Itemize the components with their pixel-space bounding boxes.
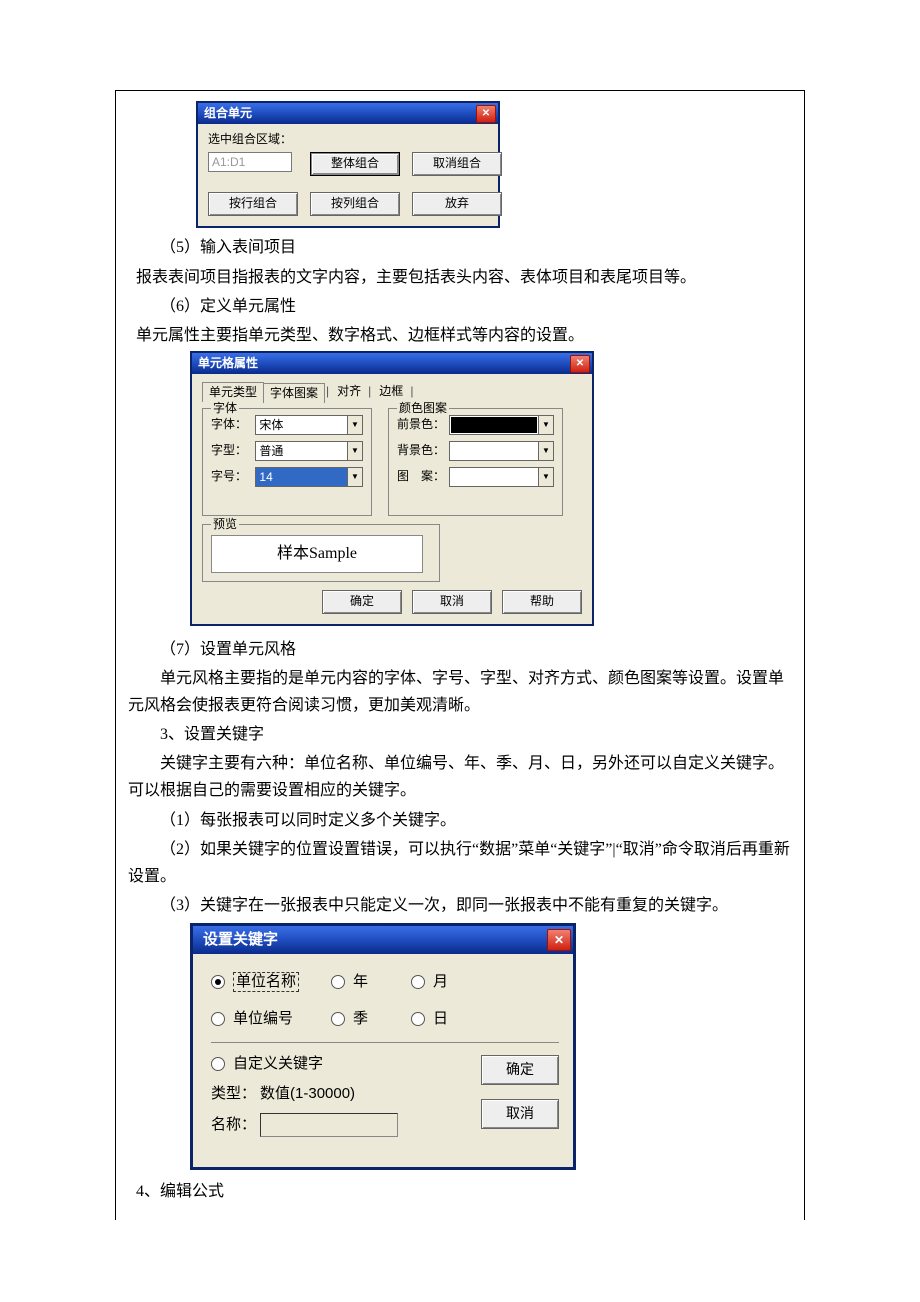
tab-border[interactable]: 边框 xyxy=(373,382,409,401)
radio-icon xyxy=(411,1012,425,1026)
dialog-title: 设置关键字 xyxy=(203,931,278,949)
font-group-legend: 字体 xyxy=(211,401,239,415)
bg-select[interactable]: ▼ xyxy=(449,441,554,461)
pattern-label: 图 案： xyxy=(397,469,443,483)
tab-align[interactable]: 对齐 xyxy=(331,382,367,401)
dialog-titlebar[interactable]: 组合单元 ✕ xyxy=(198,103,498,124)
chevron-down-icon[interactable]: ▼ xyxy=(347,468,362,486)
section-7-title: （7）设置单元风格 xyxy=(128,636,792,663)
section-3-title: 3、设置关键字 xyxy=(128,721,792,748)
chevron-down-icon[interactable]: ▼ xyxy=(538,416,553,434)
section-6-body: 单元属性主要指单元类型、数字格式、边框样式等内容的设置。 xyxy=(136,322,792,349)
cell-properties-dialog: 单元格属性 ✕ 单元类型 字体图案 | 对齐 | 边框 | xyxy=(190,351,792,625)
radio-icon xyxy=(211,1057,225,1071)
radio-icon xyxy=(331,975,345,989)
chevron-down-icon[interactable]: ▼ xyxy=(347,442,362,460)
name-input[interactable] xyxy=(260,1113,398,1137)
combine-by-row-button[interactable]: 按行组合 xyxy=(208,192,298,216)
ok-button[interactable]: 确定 xyxy=(481,1055,559,1085)
cancel-button[interactable]: 取消 xyxy=(412,590,492,614)
type-value: 数值(1-30000) xyxy=(260,1085,355,1103)
chevron-down-icon[interactable]: ▼ xyxy=(538,468,553,486)
bg-label: 背景色： xyxy=(397,443,443,457)
section-5-title: （5）输入表间项目 xyxy=(128,234,792,261)
fg-label: 前景色： xyxy=(397,417,443,431)
radio-year[interactable]: 年 xyxy=(331,972,411,992)
region-label: 选中组合区域： xyxy=(208,132,488,146)
size-label: 字号： xyxy=(211,469,249,483)
chevron-down-icon[interactable]: ▼ xyxy=(347,416,362,434)
set-keyword-dialog: 设置关键字 ✕ 单位名称 年 xyxy=(190,923,792,1170)
style-select[interactable]: 普通 ▼ xyxy=(255,441,363,461)
bullet-3: （3）关键字在一张报表中只能定义一次，即同一张报表中不能有重复的关键字。 xyxy=(128,892,792,919)
radio-quarter[interactable]: 季 xyxy=(331,1010,411,1028)
combine-cells-dialog: 组合单元 ✕ 选中组合区域： A1:D1 整体组合 取消组合 按行组合 按列组合… xyxy=(196,101,792,228)
whole-combine-button[interactable]: 整体组合 xyxy=(310,152,400,176)
size-select[interactable]: 14 ▼ xyxy=(255,467,363,487)
tab-row: 单元类型 字体图案 | 对齐 | 边框 | xyxy=(202,382,582,401)
radio-icon xyxy=(211,975,225,989)
pattern-swatch xyxy=(451,469,537,485)
dialog-titlebar[interactable]: 单元格属性 ✕ xyxy=(192,353,592,374)
radio-month[interactable]: 月 xyxy=(411,972,491,992)
type-label: 类型： xyxy=(211,1085,256,1103)
combine-by-col-button[interactable]: 按列组合 xyxy=(310,192,400,216)
close-icon[interactable]: ✕ xyxy=(570,355,590,373)
region-input[interactable]: A1:D1 xyxy=(208,152,292,172)
section-6-title: （6）定义单元属性 xyxy=(128,293,792,320)
preview-box: 样本Sample xyxy=(211,535,423,573)
bg-swatch xyxy=(451,443,537,459)
radio-icon xyxy=(211,1012,225,1026)
radio-icon xyxy=(411,975,425,989)
dialog-titlebar[interactable]: 设置关键字 ✕ xyxy=(193,926,573,954)
close-icon[interactable]: ✕ xyxy=(476,105,496,123)
help-button[interactable]: 帮助 xyxy=(502,590,582,614)
ok-button[interactable]: 确定 xyxy=(322,590,402,614)
fg-select[interactable]: ▼ xyxy=(449,415,554,435)
font-select[interactable]: 宋体 ▼ xyxy=(255,415,363,435)
color-group-legend: 颜色图案 xyxy=(397,401,449,415)
pattern-select[interactable]: ▼ xyxy=(449,467,554,487)
dialog-title: 组合单元 xyxy=(204,106,252,120)
name-label: 名称： xyxy=(211,1116,256,1134)
cancel-button[interactable]: 取消 xyxy=(481,1099,559,1129)
section-4-title: 4、编辑公式 xyxy=(136,1178,792,1205)
font-label: 字体： xyxy=(211,417,249,431)
tab-font-pattern[interactable]: 字体图案 xyxy=(263,383,325,402)
preview-legend: 预览 xyxy=(211,517,239,531)
radio-unit-name[interactable]: 单位名称 xyxy=(211,972,331,992)
fg-swatch xyxy=(451,417,537,433)
dialog-title: 单元格属性 xyxy=(198,356,258,370)
section-7-body: 单元风格主要指的是单元内容的字体、字号、字型、对齐方式、颜色图案等设置。设置单元… xyxy=(128,665,792,719)
radio-icon xyxy=(331,1012,345,1026)
radio-day[interactable]: 日 xyxy=(411,1010,491,1028)
bullet-2: （2）如果关键字的位置设置错误，可以执行“数据”菜单“关键字”|“取消”命令取消… xyxy=(128,836,792,890)
tab-cell-type[interactable]: 单元类型 xyxy=(202,382,264,401)
chevron-down-icon[interactable]: ▼ xyxy=(538,442,553,460)
bullet-1: （1）每张报表可以同时定义多个关键字。 xyxy=(128,807,792,834)
close-icon[interactable]: ✕ xyxy=(547,929,571,951)
cancel-combine-button[interactable]: 取消组合 xyxy=(412,152,502,176)
section-5-body: 报表表间项目指报表的文字内容，主要包括表头内容、表体项目和表尾项目等。 xyxy=(136,264,792,291)
radio-unit-code[interactable]: 单位编号 xyxy=(211,1010,331,1028)
radio-custom[interactable]: 自定义关键字 xyxy=(211,1055,463,1073)
abort-button[interactable]: 放弃 xyxy=(412,192,502,216)
style-label: 字型： xyxy=(211,443,249,457)
section-3-body: 关键字主要有六种：单位名称、单位编号、年、季、月、日，另外还可以自定义关键字。可… xyxy=(128,750,792,804)
